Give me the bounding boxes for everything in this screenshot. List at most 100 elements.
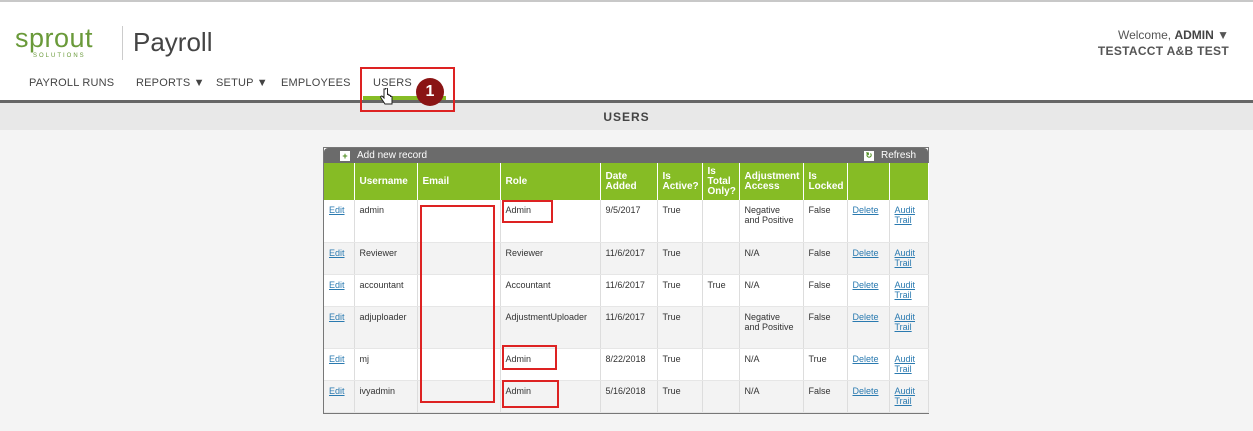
col-header-is-locked[interactable]: Is Locked [803,163,848,200]
date-added-cell: 11/6/2017 [600,306,658,349]
delete-link[interactable]: Delete [853,205,879,215]
audit-trail-link[interactable]: Audit Trail [895,205,916,225]
col-header-role[interactable]: Role [500,163,601,200]
audit-trail-link[interactable]: Audit Trail [895,312,916,332]
logo-subtitle: SOLUTIONS [33,53,86,59]
audit-trail-link[interactable]: Audit Trail [895,280,916,300]
refresh-label: Refresh [880,150,916,161]
logo-wordmark: sprout [15,23,94,53]
adjustment-access-cell: Negative and Positive [739,306,804,349]
username-cell: admin [354,200,418,243]
is-locked-cell: False [803,242,848,275]
col-header-audit [889,163,929,200]
plus-icon: + [340,150,350,161]
adjustment-access-cell: N/A [739,380,804,413]
refresh-button[interactable]: ↻ Refresh [863,150,916,161]
date-added-cell: 5/16/2018 [600,380,658,413]
is-locked-cell: False [803,380,848,413]
nav-setup[interactable]: SETUP ▼ [216,77,268,89]
app-title: Payroll [133,27,213,57]
delete-link[interactable]: Delete [853,248,879,258]
is-total-only-cell [702,200,740,243]
is-active-cell: True [657,274,703,307]
col-header-email[interactable]: Email [417,163,501,200]
col-header-edit [324,163,355,200]
adjustment-access-cell: N/A [739,242,804,275]
email-cell [417,348,501,381]
is-total-only-cell [702,242,740,275]
edit-link[interactable]: Edit [329,386,345,396]
is-active-cell: True [657,348,703,381]
date-added-cell: 8/22/2018 [600,348,658,381]
hand-cursor-icon [380,88,393,105]
delete-link[interactable]: Delete [853,354,879,364]
col-header-adjustment-access[interactable]: Adjustment Access [739,163,804,200]
is-active-cell: True [657,306,703,349]
step-badge: 1 [416,78,444,106]
col-header-is-active[interactable]: Is Active? [657,163,703,200]
nav-employees[interactable]: EMPLOYEES [281,77,351,89]
users-table: Username Email Role Date Added Is Active… [324,163,929,413]
edit-link[interactable]: Edit [329,354,345,364]
edit-link[interactable]: Edit [329,312,345,322]
col-header-username[interactable]: Username [354,163,418,200]
col-header-date-added[interactable]: Date Added [600,163,658,200]
users-grid: + Add new record ↻ Refresh Username Emai… [323,147,929,414]
is-total-only-cell [702,348,740,381]
table-row: Edit Reviewer Reviewer 11/6/2017 True N/… [324,242,929,275]
email-cell [417,274,501,307]
edit-link[interactable]: Edit [329,280,345,290]
is-total-only-cell: True [702,274,740,307]
welcome-menu[interactable]: Welcome, ADMIN ▼ [1118,28,1229,42]
audit-trail-link[interactable]: Audit Trail [895,386,916,406]
sprout-logo[interactable]: sprout SOLUTIONS [15,24,115,64]
chevron-down-icon: ▼ [1217,28,1229,42]
section-header: USERS [0,103,1253,130]
is-locked-cell: False [803,274,848,307]
add-new-record-label: Add new record [357,150,428,161]
role-cell: Accountant [500,274,601,307]
table-row: Edit admin Admin 9/5/2017 True Negative … [324,200,929,243]
role-cell: Reviewer [500,242,601,275]
adjustment-access-cell: N/A [739,274,804,307]
page-title: USERS [603,110,650,124]
email-cell [417,200,501,243]
edit-link[interactable]: Edit [329,205,345,215]
is-locked-cell: False [803,200,848,243]
table-row: Edit accountant Accountant 11/6/2017 Tru… [324,274,929,307]
account-name: TESTACCT A&B TEST [1097,44,1229,58]
audit-trail-link[interactable]: Audit Trail [895,248,916,268]
date-added-cell: 11/6/2017 [600,274,658,307]
welcome-username: ADMIN [1174,28,1214,42]
date-added-cell: 11/6/2017 [600,242,658,275]
table-row: Edit mj Admin 8/22/2018 True N/A True De… [324,348,929,381]
delete-link[interactable]: Delete [853,312,879,322]
nav-payroll-runs[interactable]: PAYROLL RUNS [29,77,114,89]
role-cell: Admin [500,348,601,381]
col-header-delete [847,163,890,200]
date-added-cell: 9/5/2017 [600,200,658,243]
main-nav: PAYROLL RUNS REPORTS ▼ SETUP ▼ EMPLOYEES… [0,77,1253,97]
username-cell: accountant [354,274,418,307]
add-new-record-button[interactable]: + Add new record [340,150,427,161]
username-cell: ivyadmin [354,380,418,413]
email-cell [417,306,501,349]
edit-link[interactable]: Edit [329,248,345,258]
logo-divider [122,26,123,60]
delete-link[interactable]: Delete [853,280,879,290]
audit-trail-link[interactable]: Audit Trail [895,354,916,374]
is-total-only-cell [702,380,740,413]
adjustment-access-cell: N/A [739,348,804,381]
col-header-is-total-only[interactable]: Is Total Only? [702,163,740,200]
username-cell: adjuploader [354,306,418,349]
refresh-icon: ↻ [863,150,874,161]
username-cell: Reviewer [354,242,418,275]
welcome-prefix: Welcome, [1117,28,1172,42]
role-cell: AdjustmentUploader [500,306,601,349]
is-total-only-cell [702,306,740,349]
is-active-cell: True [657,380,703,413]
role-cell: Admin [500,380,601,413]
delete-link[interactable]: Delete [853,386,879,396]
is-locked-cell: False [803,306,848,349]
nav-reports[interactable]: REPORTS ▼ [136,77,205,89]
